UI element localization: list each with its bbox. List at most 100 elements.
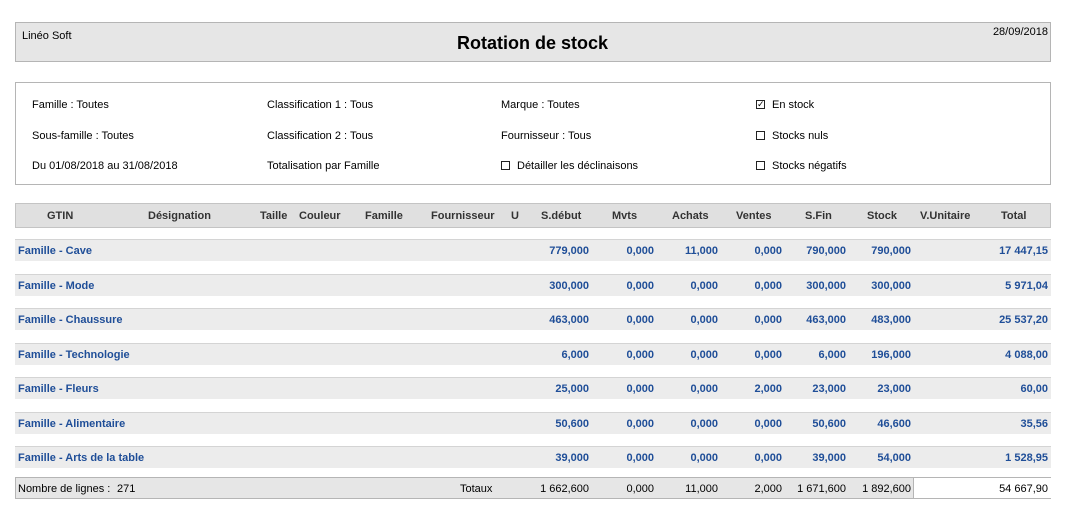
total-mouvements: 0,000 [626,483,654,495]
column-header-achats[interactable]: Achats [672,210,709,222]
row-total: 17 447,15 [999,245,1048,257]
column-header-stock-debut[interactable]: S.début [541,210,581,222]
row-achats: 0,000 [690,383,718,395]
row-stock-debut: 300,000 [549,280,589,292]
row-stock-debut: 39,000 [555,452,589,464]
row-achats: 0,000 [690,452,718,464]
column-header-gtin[interactable]: GTIN [47,210,73,222]
row-stock-debut: 779,000 [549,245,589,257]
row-ventes: 0,000 [754,452,782,464]
checkbox-unchecked-icon[interactable] [756,131,765,140]
row-achats: 0,000 [690,349,718,361]
row-stock-debut: 50,600 [555,418,589,430]
row-mouvements: 0,000 [626,383,654,395]
row-achats: 0,000 [690,314,718,326]
report-title: Rotation de stock [456,33,608,53]
row-total: 1 528,95 [1005,452,1048,464]
row-stock-debut: 6,000 [561,349,589,361]
filter-famille: Famille : Toutes [32,99,109,111]
row-ventes: 0,000 [754,418,782,430]
option-detailler-label: Détailler les déclinaisons [517,160,639,172]
filter-periode: Du 01/08/2018 au 31/08/2018 [32,160,178,172]
filter-marque: Marque : Toutes [501,99,580,111]
row-mouvements: 0,000 [626,418,654,430]
option-stocks-nuls-label: Stocks nuls [772,130,829,142]
checkbox-unchecked-icon[interactable] [501,161,510,170]
row-ventes: 0,000 [754,349,782,361]
total-stock-fin: 1 671,600 [797,483,846,495]
option-detailler-declinaisons[interactable]: Détailler les déclinaisons [501,160,638,172]
totals-label: Totaux [460,483,493,495]
row-ventes: 0,000 [754,314,782,326]
row-mouvements: 0,000 [626,245,654,257]
row-total: 4 088,00 [1005,349,1048,361]
column-header-ventes[interactable]: Ventes [736,210,771,222]
option-stocks-negatifs-label: Stocks négatifs [772,160,847,172]
column-header-unite[interactable]: U [511,210,519,222]
row-mouvements: 0,000 [626,452,654,464]
row-famille-label: Famille - Cave [18,245,92,257]
filter-fournisseur: Fournisseur : Tous [501,130,592,142]
report-date: 28/09/2018 [992,26,1048,38]
filter-sous-famille: Sous-famille : Toutes [32,130,134,142]
row-ventes: 0,000 [754,245,782,257]
filter-classification-2: Classification 2 : Tous [267,130,374,142]
row-famille-label: Famille - Technologie [18,349,130,361]
total-ventes: 2,000 [754,483,782,495]
row-famille-label: Famille - Mode [18,280,95,292]
column-header-taille[interactable]: Taille [260,210,287,222]
row-total: 5 971,04 [1005,280,1048,292]
line-count-label: Nombre de lignes : [18,483,111,495]
column-header-stock[interactable]: Stock [867,210,897,222]
row-stock-fin: 300,000 [806,280,846,292]
row-ventes: 2,000 [754,383,782,395]
row-achats: 0,000 [690,418,718,430]
row-stock: 483,000 [871,314,911,326]
row-famille-label: Famille - Alimentaire [18,418,126,430]
option-stocks-nuls[interactable]: Stocks nuls [756,130,828,142]
row-achats: 11,000 [684,245,718,257]
column-header-total[interactable]: Total [1001,210,1026,222]
option-en-stock[interactable]: ✓ En stock [756,99,814,111]
row-stock-fin: 790,000 [806,245,846,257]
column-header-valeur-unitaire[interactable]: V.Unitaire [920,210,970,222]
row-stock-fin: 463,000 [806,314,846,326]
total-achats: 11,000 [685,483,718,495]
row-achats: 0,000 [690,280,718,292]
row-total: 60,00 [1020,383,1048,395]
column-header-mouvements[interactable]: Mvts [612,210,637,222]
line-count-value: 271 [117,483,136,495]
column-header-designation[interactable]: Désignation [148,210,211,222]
filter-classification-1: Classification 1 : Tous [267,99,374,111]
row-ventes: 0,000 [754,280,782,292]
row-mouvements: 0,000 [626,280,654,292]
option-stocks-negatifs[interactable]: Stocks négatifs [756,160,847,172]
column-header-couleur[interactable]: Couleur [299,210,341,222]
row-stock: 23,000 [877,383,911,395]
row-mouvements: 0,000 [626,349,654,361]
checkbox-checked-icon[interactable]: ✓ [756,99,765,109]
row-famille-label: Famille - Arts de la table [18,452,145,464]
column-header-fournisseur[interactable]: Fournisseur [431,210,495,222]
row-stock: 300,000 [871,280,911,292]
row-stock: 790,000 [871,245,911,257]
total-stock: 1 892,600 [862,483,911,495]
row-famille-label: Famille - Fleurs [18,383,99,395]
row-famille-label: Famille - Chaussure [18,314,123,326]
checkbox-unchecked-icon[interactable] [756,161,765,170]
row-mouvements: 0,000 [626,314,654,326]
row-stock-fin: 39,000 [812,452,846,464]
row-stock-fin: 23,000 [812,383,846,395]
row-stock: 196,000 [871,349,911,361]
total-valeur: 54 667,90 [999,483,1048,495]
row-stock-debut: 25,000 [555,383,589,395]
column-header-famille[interactable]: Famille [365,210,403,222]
row-stock: 46,600 [877,418,911,430]
row-total: 35,56 [1020,418,1048,430]
total-stock-debut: 1 662,600 [540,483,589,495]
row-stock-fin: 50,600 [812,418,846,430]
column-header-stock-fin[interactable]: S.Fin [805,210,832,222]
row-total: 25 537,20 [999,314,1048,326]
filter-totalisation: Totalisation par Famille [267,160,380,172]
option-en-stock-label: En stock [772,99,815,111]
